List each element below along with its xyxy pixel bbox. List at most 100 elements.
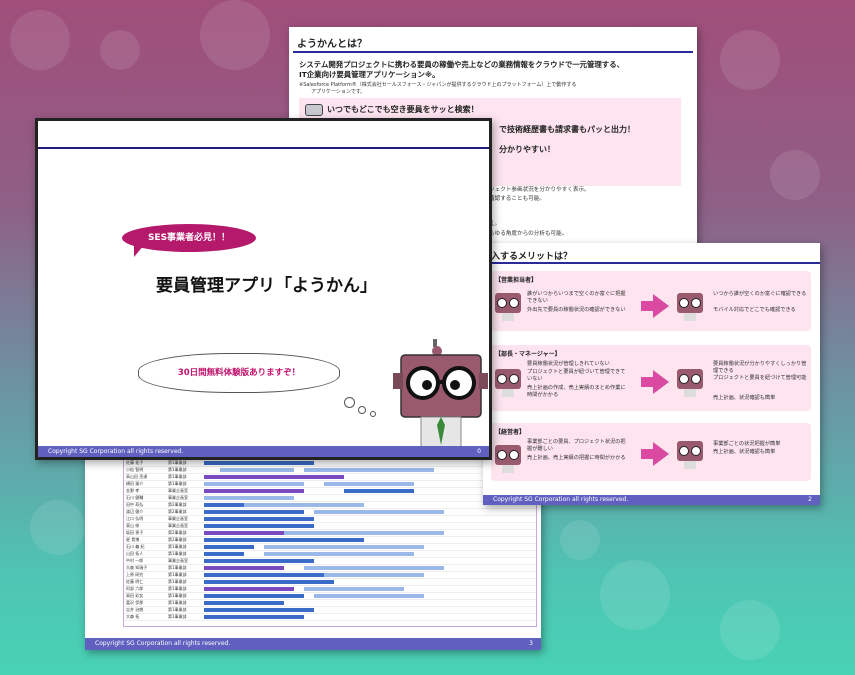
gantt-bar: [204, 566, 284, 570]
arrow-icon: [653, 294, 669, 318]
row-name: 高山田 丞達: [126, 474, 148, 479]
gantt-bar: [204, 538, 364, 542]
glasses-icon: [305, 104, 323, 116]
after-item: 売上計画、状況確認も簡単: [713, 395, 776, 401]
table-row: 石川 健輔 事業企画室: [124, 495, 536, 502]
gantt-bar: [204, 531, 284, 535]
row-dept: 第1事業部: [168, 593, 187, 598]
gantt-bar: [204, 489, 304, 493]
intro-line: IT企業向け要員管理アプリケーション※。: [299, 70, 440, 79]
row-dept: 事業企画室: [168, 516, 188, 521]
row-dept: 第1事業部: [168, 460, 187, 465]
before-item: 外出先で要員の稼働状況の確認ができない: [527, 307, 626, 313]
after-item: 事業部ごとの状況把握が簡単: [713, 441, 781, 447]
after-item: 要員稼働状況が分かりやすくしっかり管理できる: [713, 361, 807, 374]
row-name: 石川 健輔: [126, 495, 144, 500]
gantt-bar: [264, 552, 414, 556]
row-name: 大森 拓: [126, 614, 140, 619]
table-row: 星 貴博 第2事業部: [124, 537, 536, 544]
footer-copyright: Copyright SG Corporation all rights rese…: [95, 640, 231, 647]
bokeh-decor: [720, 600, 780, 660]
row-name: 石川 義 紀: [126, 544, 145, 549]
row-dept: 第2事業部: [168, 502, 187, 507]
gantt-bar: [244, 503, 364, 507]
after-item: 売上計画、状況確認も簡単: [713, 449, 776, 455]
section-label: 【部長・マネージャー】: [495, 351, 561, 358]
heading-rule: [483, 262, 820, 264]
gantt-bar: [204, 587, 294, 591]
point-text: で技術経歴書も請求書もパッと出力！: [499, 125, 635, 134]
row-dept: 第2事業部: [168, 537, 187, 542]
cloud-dot: [370, 411, 376, 417]
slide-title: SES事業者必見！！ 要員管理アプリ「ようかん」 30日間無料体験版ありますぞ！…: [35, 118, 492, 460]
row-name: 阿部 六郎: [126, 586, 144, 591]
row-name: 中村 一郎: [126, 558, 144, 563]
before-item: 売上計画、売上実績の把握に時間がかかる: [527, 455, 626, 461]
table-row: 大森 拓 第1事業部: [124, 614, 536, 621]
page-number: 2: [808, 496, 812, 503]
table-row: 阿部 六郎 第1事業部: [124, 586, 536, 593]
row-dept: 事業企画室: [168, 523, 188, 528]
row-dept: 第2事業部: [168, 530, 187, 535]
robot-icon: [677, 437, 703, 469]
note-line: ※Salesforce Platform®（株式会社セールスフォース・ジャパンが…: [299, 82, 577, 88]
row-dept: 第1事業部: [168, 600, 187, 605]
before-item: 事業部ごとの要員、プロジェクト状況の把握が難しい: [527, 439, 626, 452]
slide-footer: Copyright SG Corporation all rights rese…: [38, 446, 489, 457]
robot-icon: [495, 441, 521, 473]
table-row: 石川 義 紀 第1事業部: [124, 544, 536, 551]
slide-merits: 入するメリットは？ 【営業担当者】 誰がいつからいつまで空くのか富ぐに把握できな…: [483, 243, 820, 505]
bokeh-decor: [30, 500, 85, 555]
merit-section: 【経営者】 事業部ごとの要員、プロジェクト状況の把握が難しい 売上計画、売上実績…: [491, 423, 811, 481]
bokeh-decor: [600, 560, 670, 630]
gantt-bar: [204, 580, 334, 584]
top-rule: [38, 147, 489, 149]
merit-section: 【部長・マネージャー】 要員稼働状況が管理しきれていない プロジェクトと要員が紐…: [491, 345, 811, 411]
row-dept: 第1事業部: [168, 607, 187, 612]
table-row: 金野 孝 事業企画室: [124, 488, 536, 495]
gantt-bar: [204, 517, 314, 521]
gantt-bar: [314, 594, 424, 598]
table-row: 高田 彩女 第1事業部: [124, 593, 536, 600]
bokeh-decor: [200, 0, 270, 70]
slide-gantt: 佐藤 花子 第1事業部 小松 智明 第1事業部 高山田 丞達 第1事業部 横田 憲介 第1事業…: [85, 445, 541, 650]
slide-title-text: 要員管理アプリ「ようかん」: [156, 276, 377, 296]
row-dept: 第1事業部: [168, 544, 187, 549]
row-dept: 第1事業部: [168, 614, 187, 619]
robot-mascot-icon: [393, 339, 488, 449]
table-row: 富沢 伊那 第1事業部: [124, 600, 536, 607]
cloud-dot: [344, 397, 355, 408]
bokeh-decor: [100, 30, 140, 70]
bokeh-decor: [720, 30, 780, 90]
page-number: 0: [477, 448, 481, 455]
note-text: ※Salesforce Platform®（株式会社セールスフォース・ジャパンが…: [299, 82, 689, 96]
section-label: 【営業担当者】: [495, 277, 538, 284]
arrow-icon: [653, 370, 669, 394]
row-name: 山田 拓人: [126, 551, 144, 556]
gantt-bar: [324, 573, 424, 577]
table-row: 山田 拓人 第1事業部: [124, 551, 536, 558]
row-dept: 第1事業部: [168, 481, 187, 486]
before-item: 売上計画の作成、売上実績のまとめ作業に時間がかかる: [527, 385, 626, 398]
gantt-bar: [204, 503, 244, 507]
bokeh-decor: [560, 520, 600, 560]
gantt-bar: [204, 510, 304, 514]
row-name: 田中 寿弘: [126, 502, 144, 507]
gantt-bar: [204, 482, 304, 486]
row-name: 佐藤 明仁: [126, 579, 144, 584]
bokeh-decor: [10, 10, 70, 70]
row-dept: 第1事業部: [168, 551, 187, 556]
arrow-icon: [653, 442, 669, 466]
row-name: 高田 彩女: [126, 593, 144, 598]
gantt-bar: [204, 615, 304, 619]
row-dept: 第1事業部: [168, 586, 187, 591]
robot-icon: [677, 365, 703, 397]
row-dept: 第1事業部: [168, 565, 187, 570]
gantt-bar: [324, 482, 414, 486]
gantt-bar: [304, 566, 444, 570]
gantt-bar: [204, 552, 244, 556]
table-row: 東山 修 事業企画室: [124, 523, 536, 530]
robot-icon: [495, 289, 521, 321]
footer-copyright: Copyright SG Corporation all rights rese…: [48, 448, 184, 455]
row-name: 上原 研究: [126, 572, 144, 577]
